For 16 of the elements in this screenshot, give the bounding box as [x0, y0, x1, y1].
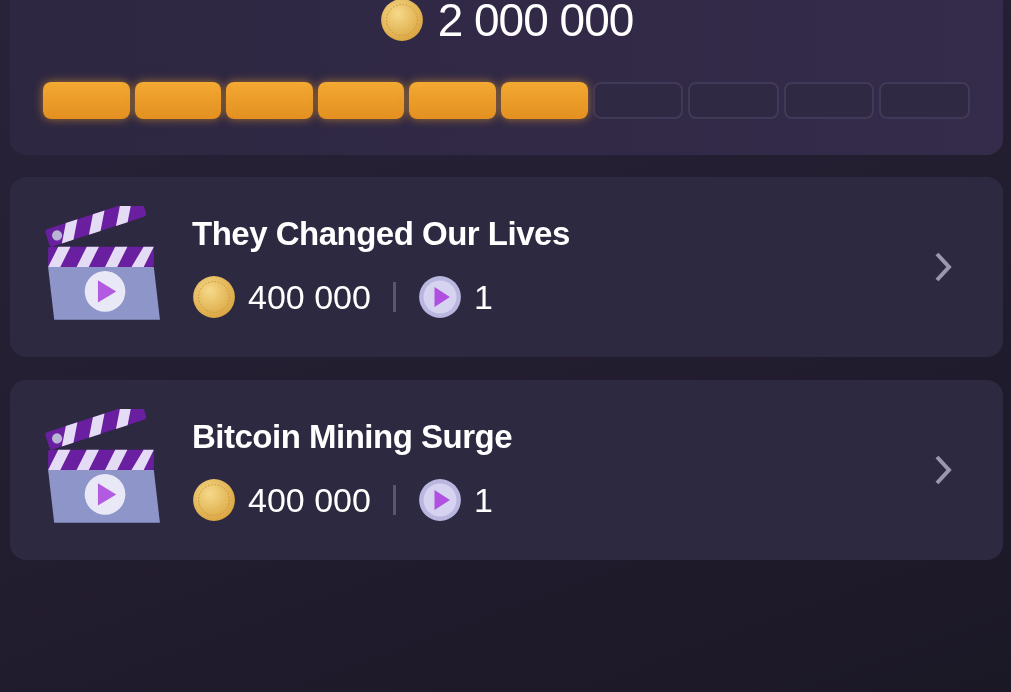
play-icon: [417, 478, 462, 522]
video-card[interactable]: Bitcoin Mining Surge 400 000 1: [10, 380, 1003, 560]
video-count: 1: [473, 277, 493, 317]
video-title: Bitcoin Mining Surge: [192, 418, 513, 456]
play-icon: [417, 275, 462, 319]
coin-reward: 400 000: [248, 480, 371, 520]
coin-icon: [192, 478, 236, 522]
chevron-icon: [933, 251, 953, 283]
video-count: 1: [473, 480, 493, 520]
coin-icon: [379, 0, 424, 42]
video-card[interactable]: They Changed Our Lives 400 000 1: [10, 177, 1003, 357]
coin-reward: 400 000: [248, 277, 371, 317]
video-title: They Changed Our Lives: [192, 215, 571, 253]
chevron-icon: [933, 454, 953, 486]
reward-amount: 2 000 000: [437, 0, 634, 42]
coin-icon: [192, 275, 236, 319]
